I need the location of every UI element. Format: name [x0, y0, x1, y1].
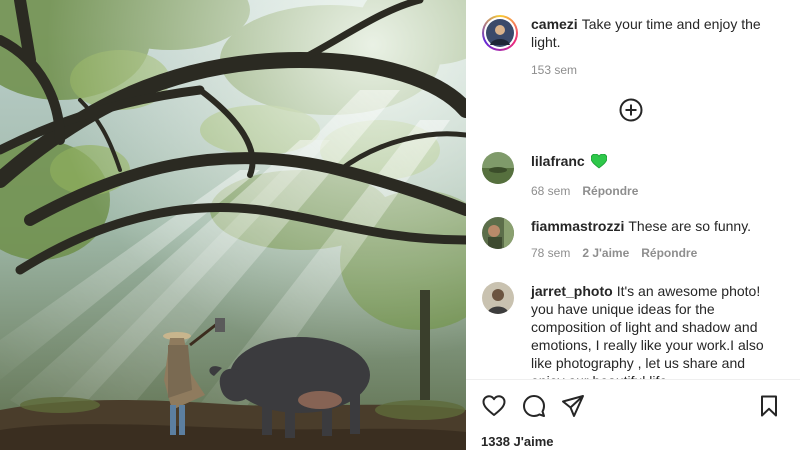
- comment-username[interactable]: fiammastrozzi: [531, 218, 624, 234]
- comment-username[interactable]: lilafranc: [531, 153, 585, 169]
- commenter-avatar[interactable]: [482, 282, 514, 314]
- author-username[interactable]: camezi: [531, 16, 578, 32]
- caption-comment: camezi Take your time and enjoy the light…: [482, 15, 782, 79]
- send-icon: [562, 395, 584, 417]
- commenter-avatar[interactable]: [482, 152, 514, 184]
- load-more-comments-button[interactable]: [618, 97, 644, 123]
- comment-icon: [523, 395, 545, 417]
- comment-item: fiammastrozzi These are so funny. 78 sem …: [482, 217, 782, 262]
- author-avatar[interactable]: [482, 15, 518, 51]
- comments-list[interactable]: camezi Take your time and enjoy the light…: [466, 0, 800, 379]
- comment-timestamp[interactable]: 68 sem: [531, 182, 570, 200]
- comment-likes-count[interactable]: 2 J'aime: [582, 244, 629, 262]
- save-button[interactable]: [756, 393, 782, 419]
- caption-timestamp[interactable]: 153 sem: [531, 61, 577, 79]
- like-button[interactable]: [481, 393, 507, 419]
- comment-item: jarret_photo It's an awesome photo! you h…: [482, 282, 782, 379]
- reply-button[interactable]: Répondre: [641, 244, 697, 262]
- bookmark-icon: [761, 395, 777, 417]
- comment-text: These are so funny.: [628, 218, 752, 234]
- comment-timestamp[interactable]: 78 sem: [531, 244, 570, 262]
- comments-panel: camezi Take your time and enjoy the light…: [466, 0, 800, 451]
- plus-circle-icon: [619, 98, 643, 122]
- post-actions-bar: 1338 J'aime: [466, 379, 800, 451]
- comment-username[interactable]: jarret_photo: [531, 283, 613, 299]
- heart-icon: [482, 395, 506, 416]
- likes-count[interactable]: 1338 J'aime: [481, 434, 553, 449]
- comment-button[interactable]: [521, 393, 547, 419]
- commenter-avatar[interactable]: [482, 217, 514, 249]
- post-photo: [0, 0, 466, 450]
- green-heart-icon: [590, 153, 608, 173]
- share-button[interactable]: [560, 393, 586, 419]
- reply-button[interactable]: Répondre: [582, 182, 638, 200]
- comment-item: lilafranc 68 sem Répondre: [482, 152, 782, 200]
